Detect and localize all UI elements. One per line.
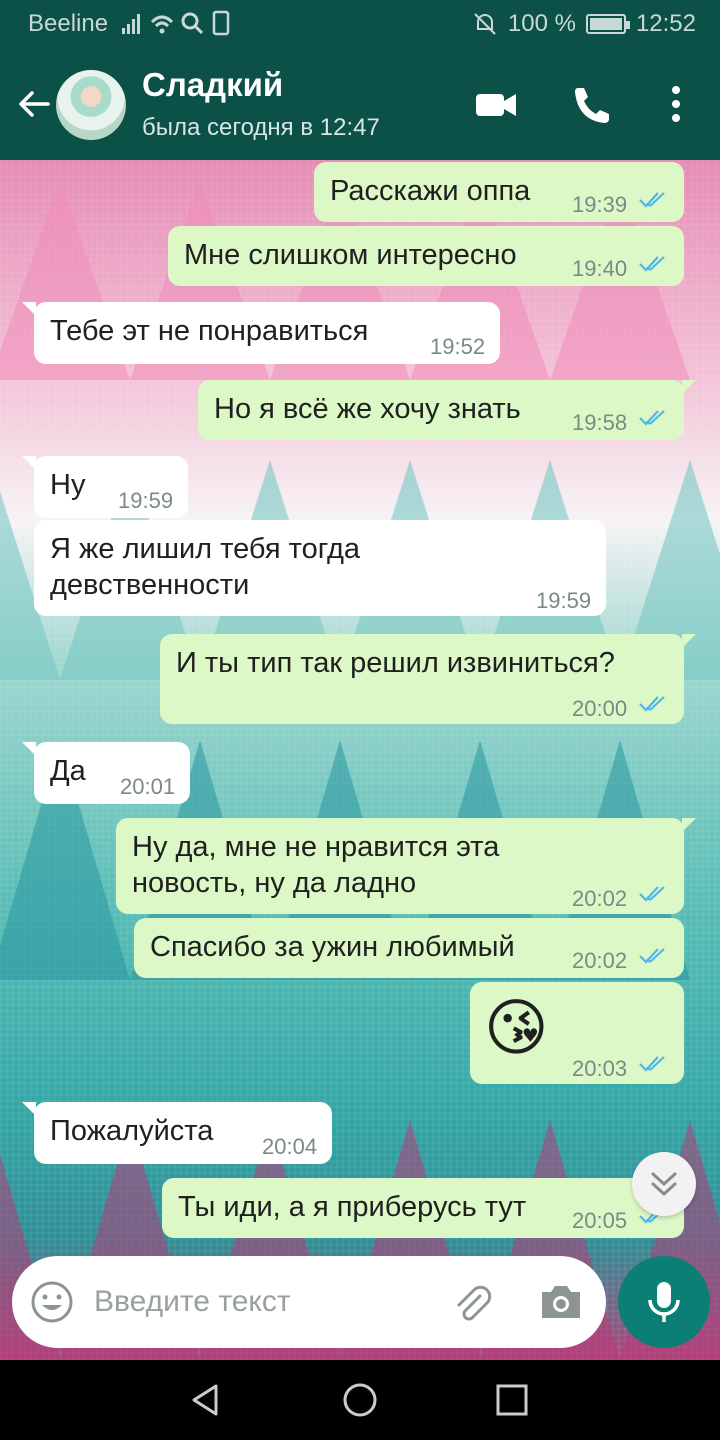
camera-icon[interactable]: [538, 1282, 584, 1322]
kiss-emoji: 😘: [484, 994, 549, 1063]
message-outgoing-emoji[interactable]: 😘 20:03: [470, 982, 684, 1084]
chat-header: Сладкий была сегодня в 12:47: [0, 48, 720, 160]
read-ticks-icon: [639, 948, 665, 964]
message-outgoing[interactable]: Спасибо за ужин любимый 20:02: [134, 918, 684, 978]
voice-record-button[interactable]: [618, 1256, 710, 1348]
nav-home-icon[interactable]: [342, 1382, 378, 1418]
message-time: 20:00: [572, 696, 628, 721]
message-text: Но я всё же хочу знать: [214, 393, 521, 425]
message-incoming[interactable]: Пожалуйста 20:04: [22, 1102, 332, 1164]
message-time: 19:59: [536, 588, 592, 613]
attach-clip-icon[interactable]: [450, 1282, 494, 1326]
battery-icon: [585, 14, 630, 34]
message-outgoing[interactable]: Ты иди, а я приберусь тут 20:05: [162, 1178, 696, 1238]
message-outgoing[interactable]: Ну да, мне не нравится эта новость, ну д…: [116, 818, 696, 914]
message-time: 20:04: [262, 1134, 318, 1159]
message-text: И ты тип так решил извиниться?: [176, 647, 615, 679]
message-time: 20:02: [572, 948, 628, 973]
message-text: Пожалуйста: [50, 1115, 214, 1147]
message-incoming[interactable]: Я же лишил тебя тогда девственности 19:5…: [34, 520, 606, 616]
scroll-to-bottom-button[interactable]: [632, 1152, 696, 1216]
message-text: Ты иди, а я приберусь тут: [178, 1191, 527, 1223]
contact-name[interactable]: Сладкий: [142, 66, 283, 104]
message-time: 20:01: [120, 774, 176, 799]
message-input-bar: [12, 1256, 606, 1348]
message-text: Мне слишком интересно: [184, 239, 517, 271]
message-text: Тебе эт не понравиться: [50, 315, 369, 347]
mute-bell-icon: [474, 13, 496, 35]
read-ticks-icon: [639, 696, 665, 712]
voice-call-icon[interactable]: [570, 84, 614, 124]
message-text-line2: девственности: [50, 569, 250, 601]
message-text: Да: [50, 755, 86, 787]
message-text-line1: Я же лишил тебя тогда: [50, 533, 361, 565]
battery-percent: 100 %: [507, 10, 576, 37]
message-incoming[interactable]: Тебе эт не понравиться 19:52: [22, 302, 500, 364]
message-time: 19:59: [118, 488, 174, 513]
message-time: 20:05: [572, 1208, 628, 1233]
carrier-name: Beeline: [28, 10, 109, 37]
message-time: 19:40: [572, 256, 628, 281]
message-time: 20:02: [572, 886, 628, 911]
message-time: 20:03: [572, 1056, 628, 1081]
nav-recents-icon[interactable]: [494, 1382, 530, 1418]
message-outgoing[interactable]: Но я всё же хочу знать 19:58: [198, 380, 696, 440]
message-time: 19:52: [430, 334, 486, 359]
double-chevron-down-icon: [651, 1172, 677, 1196]
last-seen-status: была сегодня в 12:47: [142, 114, 380, 141]
message-time: 19:58: [572, 410, 628, 435]
status-bar: Beeline 100 % 12:52: [0, 0, 720, 48]
message-input[interactable]: [94, 1282, 414, 1322]
read-ticks-icon: [639, 886, 665, 902]
message-text: Ну: [50, 469, 86, 501]
chat-area[interactable]: Расскажи оппа 19:39 Мне слишком интересн…: [0, 160, 720, 1360]
nav-back-icon[interactable]: [188, 1382, 224, 1418]
read-ticks-icon: [639, 410, 665, 426]
message-outgoing[interactable]: И ты тип так решил извиниться? 20:00: [160, 634, 696, 724]
signal-wifi-icons: [122, 10, 232, 45]
read-ticks-icon: [639, 1056, 665, 1072]
message-incoming[interactable]: Ну 19:59: [22, 456, 188, 518]
message-text: Спасибо за ужин любимый: [150, 931, 515, 963]
message-text-line2: новость, ну да ладно: [132, 867, 417, 899]
back-arrow-icon[interactable]: [14, 84, 54, 124]
read-ticks-icon: [639, 256, 665, 272]
emoji-icon[interactable]: [30, 1280, 74, 1324]
video-call-icon[interactable]: [474, 84, 518, 124]
message-incoming[interactable]: Да 20:01: [22, 742, 190, 804]
microphone-icon: [648, 1282, 680, 1322]
message-outgoing[interactable]: Расскажи оппа 19:39: [314, 162, 684, 222]
system-nav-bar: [0, 1360, 720, 1440]
message-time: 19:39: [572, 192, 628, 217]
contact-avatar[interactable]: [56, 70, 126, 140]
message-text-line1: Ну да, мне не нравится эта: [132, 831, 500, 863]
read-ticks-icon: [639, 192, 665, 208]
message-text: Расскажи оппа: [330, 175, 531, 207]
clock: 12:52: [635, 10, 696, 37]
more-options-icon[interactable]: [656, 84, 696, 124]
message-outgoing[interactable]: Мне слишком интересно 19:40: [168, 226, 684, 286]
